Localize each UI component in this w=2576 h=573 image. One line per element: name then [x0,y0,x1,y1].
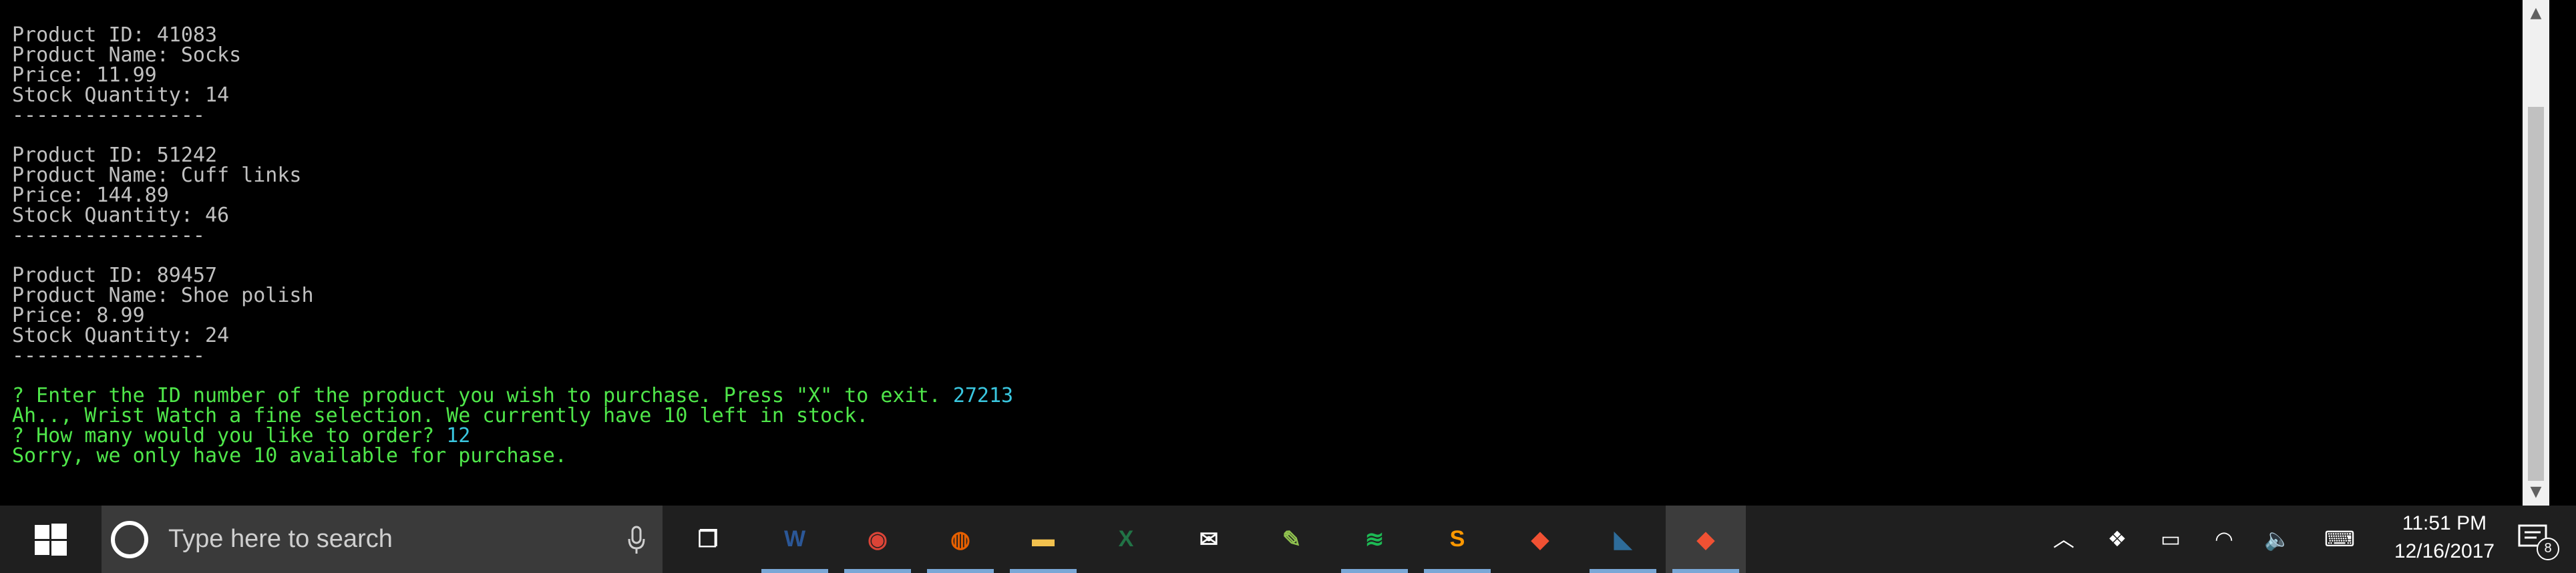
clock-time: 11:51 PM [2402,512,2487,534]
clock[interactable]: 11:51 PM 12/16/2017 [2364,506,2525,573]
console-line: ---------------- [12,226,1013,246]
running-indicator [927,569,994,573]
running-indicator [844,569,911,573]
git-bash-icon: ◆ [1696,526,1715,552]
notification-count-badge: 8 [2537,538,2559,560]
console-line: Product ID: 89457 [12,266,1013,286]
taskbar-search-box[interactable]: Type here to search [102,506,663,573]
scroll-down-arrow-icon[interactable]: ▼ [2523,479,2549,506]
console-line: Product Name: Socks [12,45,1013,65]
wifi-icon[interactable]: ◠ [2209,526,2239,552]
console-line: Product ID: 41083 [12,25,1013,45]
console-line-text: Sorry, we only have 10 available for pur… [12,444,567,467]
running-indicator [1424,569,1491,573]
taskbar-app-task-view[interactable]: ❐ [668,506,748,573]
taskbar-app-file-explorer[interactable]: ▬ [1003,506,1083,573]
search-placeholder: Type here to search [168,525,393,553]
running-indicator [1010,569,1077,573]
console-line-text: ---------------- [12,344,205,367]
console-line: ---------------- [12,106,1013,126]
vertical-scrollbar[interactable]: ▲ ▼ [2523,0,2549,506]
taskbar-app-git-gui[interactable]: ◆ [1500,506,1580,573]
console-line: Product ID: 51242 [12,146,1013,166]
console-output: Product ID: 41083 Product Name: Socks Pric… [12,25,1013,466]
dropbox-icon[interactable]: ❖ [2102,526,2132,552]
user-input-answer: 27213 [952,384,1014,407]
mail-icon: ✉ [1199,526,1219,552]
taskbar-app-mail[interactable]: ✉ [1169,506,1249,573]
chrome-icon: ◉ [868,526,888,552]
console-line: Ah.., Wrist Watch a fine selection. We c… [12,406,1013,426]
console-line: ---------------- [12,346,1013,366]
file-explorer-icon: ▬ [1032,526,1055,552]
running-indicator [1341,569,1408,573]
console-line: Price: 144.89 [12,186,1013,206]
windows-logo-icon [35,523,67,556]
taskbar-app-sublime-text[interactable]: S [1417,506,1497,573]
git-gui-icon: ◆ [1531,526,1549,552]
running-indicator [1672,569,1739,573]
scroll-thumb[interactable] [2528,107,2544,481]
taskbar-app-spotify[interactable]: ≋ [1334,506,1415,573]
console-line: Stock Quantity: 46 [12,206,1013,226]
microphone-icon[interactable] [626,526,647,555]
taskbar-app-firefox[interactable]: ◍ [920,506,1000,573]
volume-icon[interactable]: 🔈 [2263,526,2292,552]
console-line: Stock Quantity: 24 [12,326,1013,346]
taskbar-app-mysql-workbench[interactable]: ◣ [1583,506,1663,573]
task-view-icon: ❐ [697,526,719,552]
console-line-text: ---------------- [12,224,205,247]
console-line: Stock Quantity: 14 [12,85,1013,106]
clock-date: 12/16/2017 [2394,540,2495,562]
console-line: Product Name: Cuff links [12,166,1013,186]
console-line: Product Name: Shoe polish [12,286,1013,306]
taskbar-app-word[interactable]: W [755,506,835,573]
console-line: Sorry, we only have 10 available for pur… [12,446,1013,466]
scroll-up-arrow-icon[interactable]: ▲ [2523,0,2549,27]
spotify-icon: ≋ [1364,526,1385,552]
taskbar-app-chrome[interactable]: ◉ [838,506,918,573]
start-button[interactable] [0,506,102,573]
battery-icon[interactable]: ▭ [2156,526,2185,552]
console-line: Price: 8.99 [12,306,1013,326]
firefox-icon: ◍ [950,526,970,552]
mysql-workbench-icon: ◣ [1614,526,1632,552]
word-icon: W [783,526,806,552]
taskbar-app-excel[interactable]: X [1086,506,1166,573]
console-line: Price: 11.99 [12,65,1013,85]
excel-icon: X [1118,526,1134,552]
console-window[interactable]: Product ID: 41083 Product Name: Socks Pric… [0,0,2549,506]
taskbar-app-notepad-plus[interactable]: ✎ [1252,506,1332,573]
chevron-up-icon[interactable]: ︿ [2049,526,2078,552]
console-line: ? Enter the ID number of the product you… [12,386,1013,406]
taskbar-app-git-bash[interactable]: ◆ [1666,506,1746,573]
running-indicator [761,569,828,573]
sublime-text-icon: S [1449,526,1465,552]
console-line-text: ---------------- [12,104,205,127]
cortana-circle-icon[interactable] [111,520,148,558]
running-indicator [1590,569,1656,573]
console-line: ? How many would you like to order? 12 [12,426,1013,446]
keyboard-icon[interactable]: ⌨ [2316,526,2363,552]
action-center-button[interactable]: 8 [2517,522,2563,562]
notepad-plus-icon: ✎ [1282,526,1302,552]
taskbar: Type here to search ❐ W ◉ ◍ ▬ X ✉ ✎ ≋ S ◆ ◣ ◆ ︿ ❖ ▭ … [0,506,2576,573]
